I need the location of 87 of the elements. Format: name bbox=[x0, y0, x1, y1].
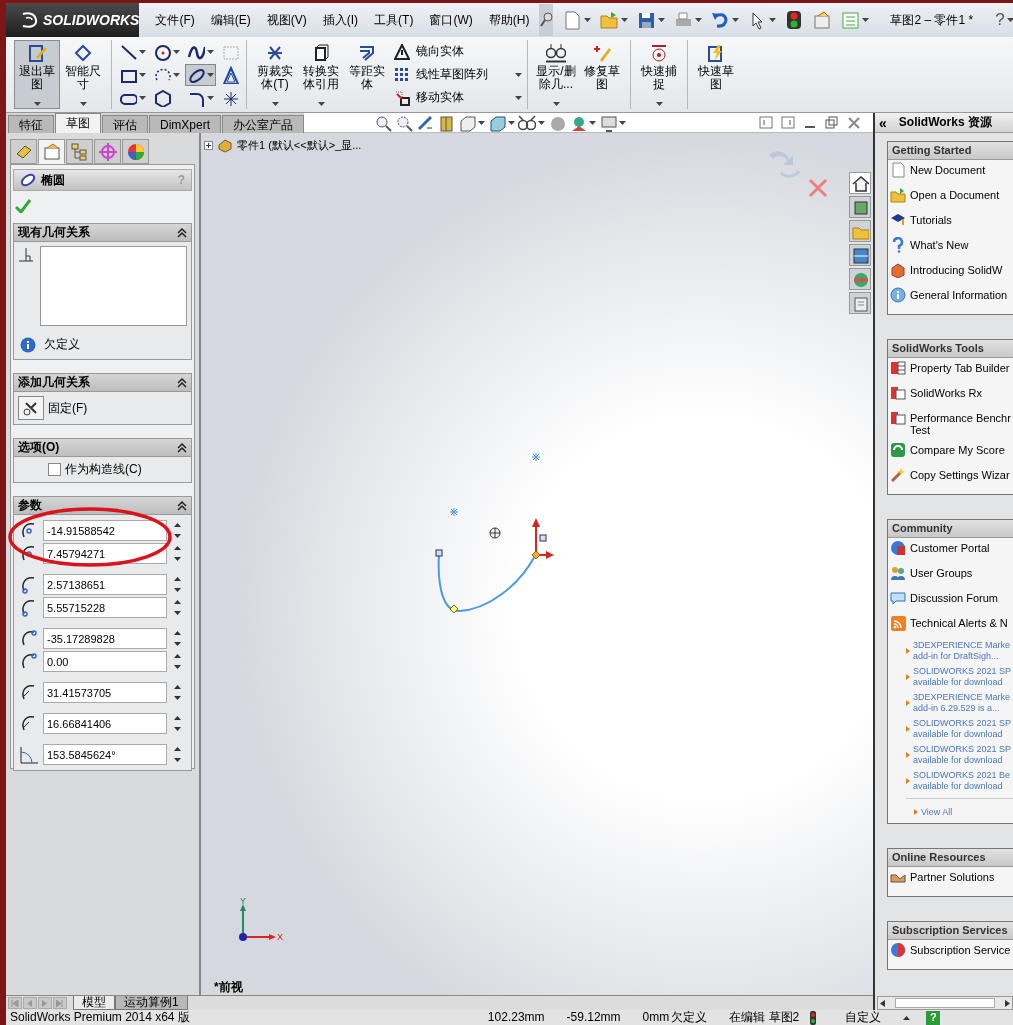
menu-item[interactable]: 插入(I) bbox=[322, 9, 359, 31]
news-link[interactable]: SOLIDWORKS 2021 SP available for download bbox=[906, 742, 1013, 768]
tab[interactable]: 草图 bbox=[55, 113, 101, 133]
product-name: SolidWorks Premium 2014 x64 版 bbox=[10, 1011, 190, 1024]
group-header[interactable]: 添加几何关系 bbox=[14, 374, 191, 392]
section-header: Online Resources bbox=[888, 849, 1013, 867]
status-text: 欠定义 bbox=[44, 336, 80, 353]
menu-item[interactable]: 窗口(W) bbox=[429, 9, 473, 31]
help-button[interactable]: ? bbox=[926, 1010, 941, 1025]
number-field[interactable]: 16.66841406 bbox=[43, 713, 167, 734]
resource-link[interactable]: User Groups bbox=[888, 563, 1013, 588]
number-field[interactable]: -35.17289828 bbox=[43, 628, 167, 649]
menu-item[interactable]: 工具(T) bbox=[374, 9, 414, 31]
resource-link[interactable]: Open a Document bbox=[888, 185, 1013, 210]
resource-link[interactable]: Partner Solutions bbox=[888, 867, 1013, 892]
command-button[interactable]: 显示/删除几... bbox=[533, 40, 579, 109]
command-button[interactable]: 智能尺寸 bbox=[60, 40, 106, 109]
checkbox-label: 作为构造线(C) bbox=[65, 461, 142, 478]
command-list-item[interactable]: 线性草图阵列 bbox=[394, 66, 522, 83]
relation-label: 固定(F) bbox=[48, 399, 88, 417]
resource-link[interactable]: Compare My Score bbox=[888, 440, 1013, 465]
logo-text: SOLIDWORKS bbox=[43, 12, 140, 28]
resource-link[interactable]: Introducing SolidW bbox=[888, 260, 1013, 285]
z-coordinate: 0mm bbox=[642, 1011, 670, 1024]
editing-status: 在编辑 草图2 bbox=[729, 1011, 800, 1024]
command-button[interactable]: 剪裁实体(T) bbox=[252, 40, 298, 109]
number-field[interactable]: -14.91588542 bbox=[43, 520, 167, 541]
section-header: Community bbox=[888, 520, 1013, 538]
command-button[interactable]: 等距实体 bbox=[344, 40, 390, 109]
menu-item[interactable]: 文件(F) bbox=[155, 9, 195, 31]
group-header[interactable]: 现有几何关系 bbox=[14, 224, 191, 242]
menu-item[interactable]: 帮助(H) bbox=[488, 9, 530, 31]
news-link[interactable]: SOLIDWORKS 2021 Be available for download bbox=[906, 768, 1013, 794]
collapse-button[interactable]: « bbox=[879, 114, 887, 131]
command-button[interactable]: 快速草图 bbox=[693, 40, 739, 109]
resource-link[interactable]: SolidWorks Rx bbox=[888, 383, 1013, 408]
news-link[interactable]: 3DEXPERIENCE Marke add-in 6.29.529 is a... bbox=[906, 690, 1013, 716]
tab[interactable]: 办公室产品 bbox=[222, 115, 304, 133]
group-header[interactable]: 选项(O) bbox=[14, 439, 191, 457]
menu-item[interactable]: 视图(V) bbox=[266, 9, 307, 31]
task-pane-title: SolidWorks 资源 bbox=[898, 114, 992, 131]
tab[interactable]: 特征 bbox=[8, 115, 54, 133]
section-header: Subscription Services bbox=[888, 922, 1013, 940]
resource-link[interactable]: Copy Settings Wizar bbox=[888, 465, 1013, 490]
resource-link[interactable]: Subscription Service bbox=[888, 940, 1013, 965]
units-selector[interactable]: 自定义 bbox=[845, 1011, 882, 1024]
number-field[interactable]: 5.55715228 bbox=[43, 597, 167, 618]
number-field[interactable]: 0.00 bbox=[43, 651, 167, 672]
tab[interactable]: 评估 bbox=[102, 115, 148, 133]
news-link[interactable]: 3DEXPERIENCE Marke add-in for DraftSigh... bbox=[906, 638, 1013, 664]
view-name: *前视 bbox=[214, 979, 243, 995]
command-button[interactable]: 退出草图 bbox=[14, 40, 60, 109]
resource-link[interactable]: Technical Alerts & N bbox=[888, 613, 1013, 638]
resource-link[interactable]: Tutorials bbox=[888, 210, 1013, 235]
section-header: Getting Started bbox=[888, 142, 1013, 160]
resource-link[interactable]: Discussion Forum bbox=[888, 588, 1013, 613]
sketch-status: 欠定义 bbox=[671, 1011, 708, 1024]
number-field[interactable]: 31.41573705 bbox=[43, 682, 167, 703]
window-title: 草图2 – 零件1 * bbox=[890, 11, 974, 29]
document-tab[interactable]: 模型 bbox=[73, 996, 115, 1010]
view-all-link[interactable]: View All bbox=[914, 807, 1013, 817]
axis-label: X bbox=[277, 932, 283, 942]
resource-link[interactable]: Performance Benchr Test bbox=[888, 408, 1013, 440]
command-button[interactable]: 修复草图 bbox=[579, 40, 625, 109]
help-button[interactable]: ? bbox=[993, 10, 1007, 30]
feature-tree-item[interactable]: 零件1 (默认<<默认>_显... bbox=[237, 137, 362, 153]
y-coordinate: -59.12mm bbox=[566, 1011, 621, 1024]
axis-label: Y bbox=[240, 896, 246, 906]
command-button[interactable]: 转换实体引用 bbox=[298, 40, 344, 109]
resource-link[interactable]: General Information bbox=[888, 285, 1013, 310]
x-coordinate: 102.23mm bbox=[487, 1011, 545, 1024]
section-header: SolidWorks Tools bbox=[888, 340, 1013, 358]
tab[interactable]: DimXpert bbox=[149, 115, 221, 133]
document-tab[interactable]: 运动算例1 bbox=[115, 996, 188, 1010]
resource-link[interactable]: New Document bbox=[888, 160, 1013, 185]
menu-item[interactable]: 编辑(E) bbox=[210, 9, 251, 31]
news-link[interactable]: SOLIDWORKS 2021 SP available for download bbox=[906, 664, 1013, 690]
news-link[interactable]: SOLIDWORKS 2021 SP available for download bbox=[906, 716, 1013, 742]
panel-title: 椭圆 bbox=[41, 171, 65, 189]
resource-link[interactable]: What's New bbox=[888, 235, 1013, 260]
resource-link[interactable]: Customer Portal bbox=[888, 538, 1013, 563]
number-field[interactable]: 153.5845624° bbox=[43, 744, 167, 765]
command-list-item[interactable]: 移动实体 bbox=[394, 89, 522, 106]
command-button[interactable]: 快速捕捉 bbox=[636, 40, 682, 109]
number-field[interactable]: 2.57138651 bbox=[43, 574, 167, 595]
resource-link[interactable]: Property Tab Builder bbox=[888, 358, 1013, 383]
command-list-item[interactable]: 镜向实体 bbox=[394, 43, 522, 60]
